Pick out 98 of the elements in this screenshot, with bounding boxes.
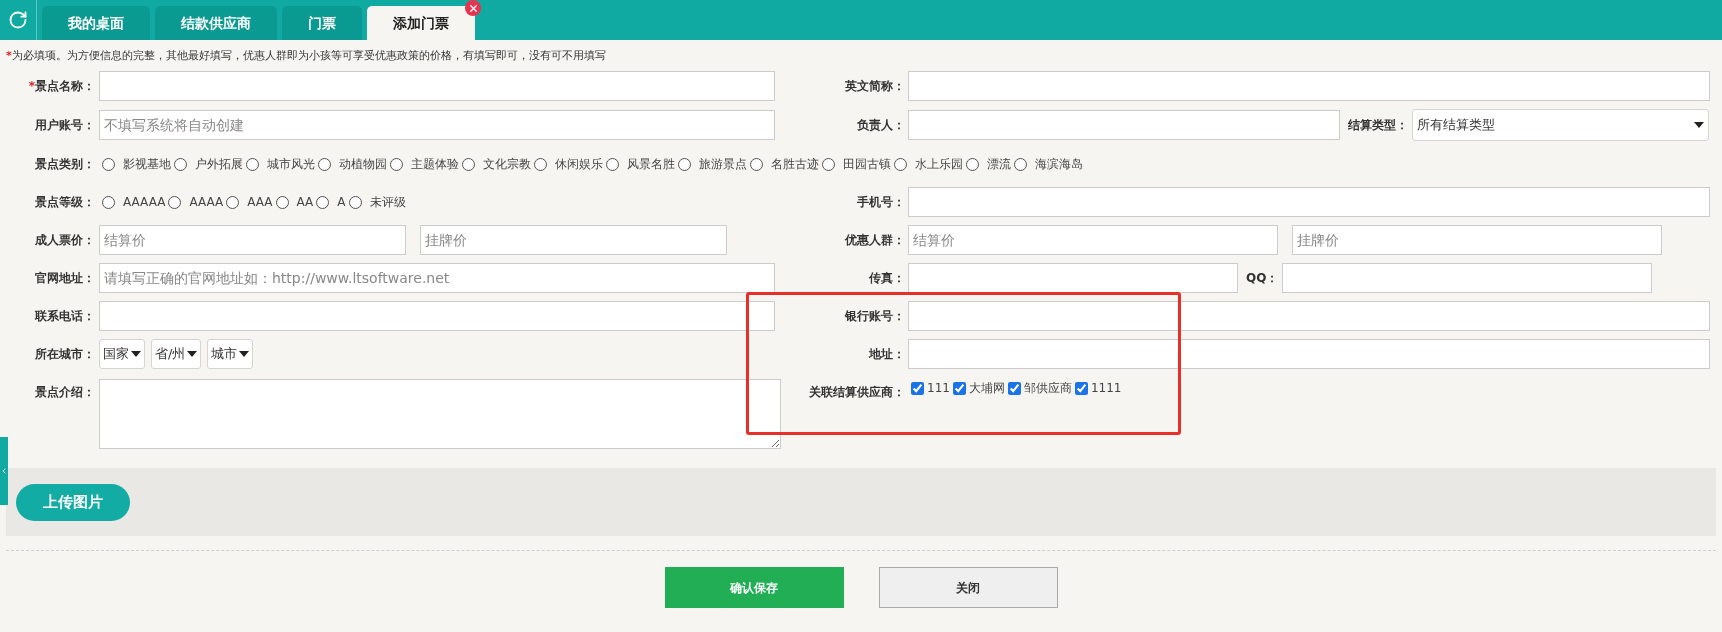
input-field[interactable]: [908, 71, 1710, 101]
field-label: 景点介绍：: [34, 384, 95, 401]
radio-label: 动植物园: [339, 156, 387, 173]
field-label: 景点类别：: [34, 156, 95, 173]
checkbox-label: 1111: [1090, 380, 1122, 397]
radio-button[interactable]: [316, 195, 330, 209]
radio-button[interactable]: [750, 157, 763, 171]
caret-icon: [1694, 122, 1704, 128]
field-label: 地址：: [867, 346, 905, 363]
caret-icon: [187, 351, 198, 357]
input-field[interactable]: [99, 71, 775, 101]
checkbox[interactable]: [911, 381, 924, 395]
radio-button[interactable]: [102, 195, 115, 209]
input-field[interactable]: [908, 110, 1340, 140]
checkbox-label: 邹供应商: [1023, 380, 1072, 397]
radio-button[interactable]: [606, 157, 619, 171]
radio-label: AAAAA: [123, 194, 166, 211]
radio-button[interactable]: [348, 195, 362, 209]
input-field[interactable]: [99, 301, 775, 331]
sidebar-toggle[interactable]: [0, 437, 8, 505]
radio-label: 海滨海岛: [1035, 156, 1083, 173]
radio-label: 休闲娱乐: [555, 156, 603, 173]
required-note: *为必填项。为方便信息的完整，其他最好填写，优惠人群即为小孩等可享受优惠政策的价格，有填写即可，没有可不用填写: [6, 49, 607, 63]
field-label: *景点名称：: [27, 78, 95, 95]
field-label: 银行账号：: [844, 308, 905, 325]
select-dropdown[interactable]: 所有结算类型: [1412, 109, 1709, 141]
radio-label: 文化宗教: [483, 156, 531, 173]
radio-button[interactable]: [168, 195, 182, 209]
input-field[interactable]: 挂牌价: [420, 225, 727, 255]
radio-button[interactable]: [275, 195, 289, 209]
field-label: QQ：: [1246, 270, 1279, 287]
tab[interactable]: 添加门票: [367, 6, 475, 40]
checkbox[interactable]: [1007, 381, 1021, 395]
radio-label: 名胜古迹: [771, 156, 819, 173]
radio-button[interactable]: [1014, 157, 1027, 171]
input-field[interactable]: [908, 263, 1238, 293]
input-field[interactable]: [1282, 263, 1653, 293]
radio-label: 主题体验: [411, 156, 459, 173]
radio-label: 漂流: [987, 156, 1011, 173]
input-field[interactable]: 结算价: [908, 225, 1278, 255]
radio-button[interactable]: [246, 157, 259, 171]
radio-label: AA: [296, 194, 314, 211]
field-label: 负责人：: [856, 117, 905, 134]
caret-icon: [131, 351, 141, 357]
radio-label: 户外拓展: [195, 156, 243, 173]
select-dropdown[interactable]: 省/州: [151, 339, 202, 369]
radio-button[interactable]: [318, 157, 331, 171]
radio-button[interactable]: [390, 157, 403, 171]
radio-button[interactable]: [534, 157, 547, 171]
field-label: 手机号：: [856, 194, 905, 211]
field-label: 用户账号：: [34, 117, 95, 134]
close-icon[interactable]: [465, 0, 481, 16]
radio-label: 水上乐园: [915, 156, 963, 173]
field-label: 所在城市：: [34, 346, 95, 363]
select-dropdown[interactable]: 国家: [99, 339, 145, 369]
input-field[interactable]: [908, 339, 1710, 369]
radio-button[interactable]: [678, 157, 691, 171]
field-label: 结算类型：: [1348, 117, 1408, 134]
radio-button[interactable]: [174, 157, 187, 171]
radio-label: 未评级: [369, 194, 406, 211]
radio-label: 旅游景点: [699, 156, 747, 173]
field-label: 优惠人群：: [843, 232, 905, 249]
input-field[interactable]: [908, 187, 1710, 217]
chevron-left-icon: [0, 466, 8, 476]
radio-button[interactable]: [822, 157, 835, 171]
input-field[interactable]: 请填写正确的官网地址如：http://www.ltsoftware.net: [99, 263, 775, 293]
input-field[interactable]: 结算价: [99, 225, 406, 255]
radio-button[interactable]: [894, 157, 907, 171]
refresh-icon: [8, 10, 28, 30]
field-label: 成人票价：: [34, 232, 95, 249]
field-label: 英文简称：: [844, 78, 905, 95]
radio-label: 田园古镇: [843, 156, 891, 173]
radio-label: 影视基地: [123, 156, 171, 173]
select-dropdown[interactable]: 城市: [207, 339, 254, 369]
field-label: 景点等级：: [34, 194, 95, 211]
radio-button[interactable]: [462, 157, 475, 171]
field-label: 官网地址：: [34, 270, 95, 287]
caret-icon: [239, 351, 250, 357]
field-label: 关联结算供应商：: [808, 384, 905, 401]
input-field[interactable]: [908, 301, 1710, 331]
radio-label: 风景名胜: [627, 156, 675, 173]
radio-button[interactable]: [102, 157, 115, 171]
input-field[interactable]: 挂牌价: [1292, 225, 1662, 255]
checkbox[interactable]: [1074, 381, 1088, 395]
radio-label: AAA: [247, 194, 273, 211]
close-button[interactable]: 关闭: [878, 567, 1058, 608]
checkbox-label: 大埔网: [968, 380, 1005, 397]
radio-label: 城市风光: [267, 156, 315, 173]
input-field[interactable]: 不填写系统将自动创建: [99, 110, 775, 140]
radio-label: AAAA: [189, 194, 224, 211]
field-label: 联系电话：: [33, 308, 95, 325]
radio-label: A: [337, 194, 346, 211]
checkbox[interactable]: [952, 381, 966, 395]
checkbox-label: 111: [927, 380, 950, 397]
radio-button[interactable]: [966, 157, 979, 171]
field-label: 传真：: [867, 270, 905, 287]
textarea-field[interactable]: [99, 379, 781, 449]
radio-button[interactable]: [226, 195, 240, 209]
